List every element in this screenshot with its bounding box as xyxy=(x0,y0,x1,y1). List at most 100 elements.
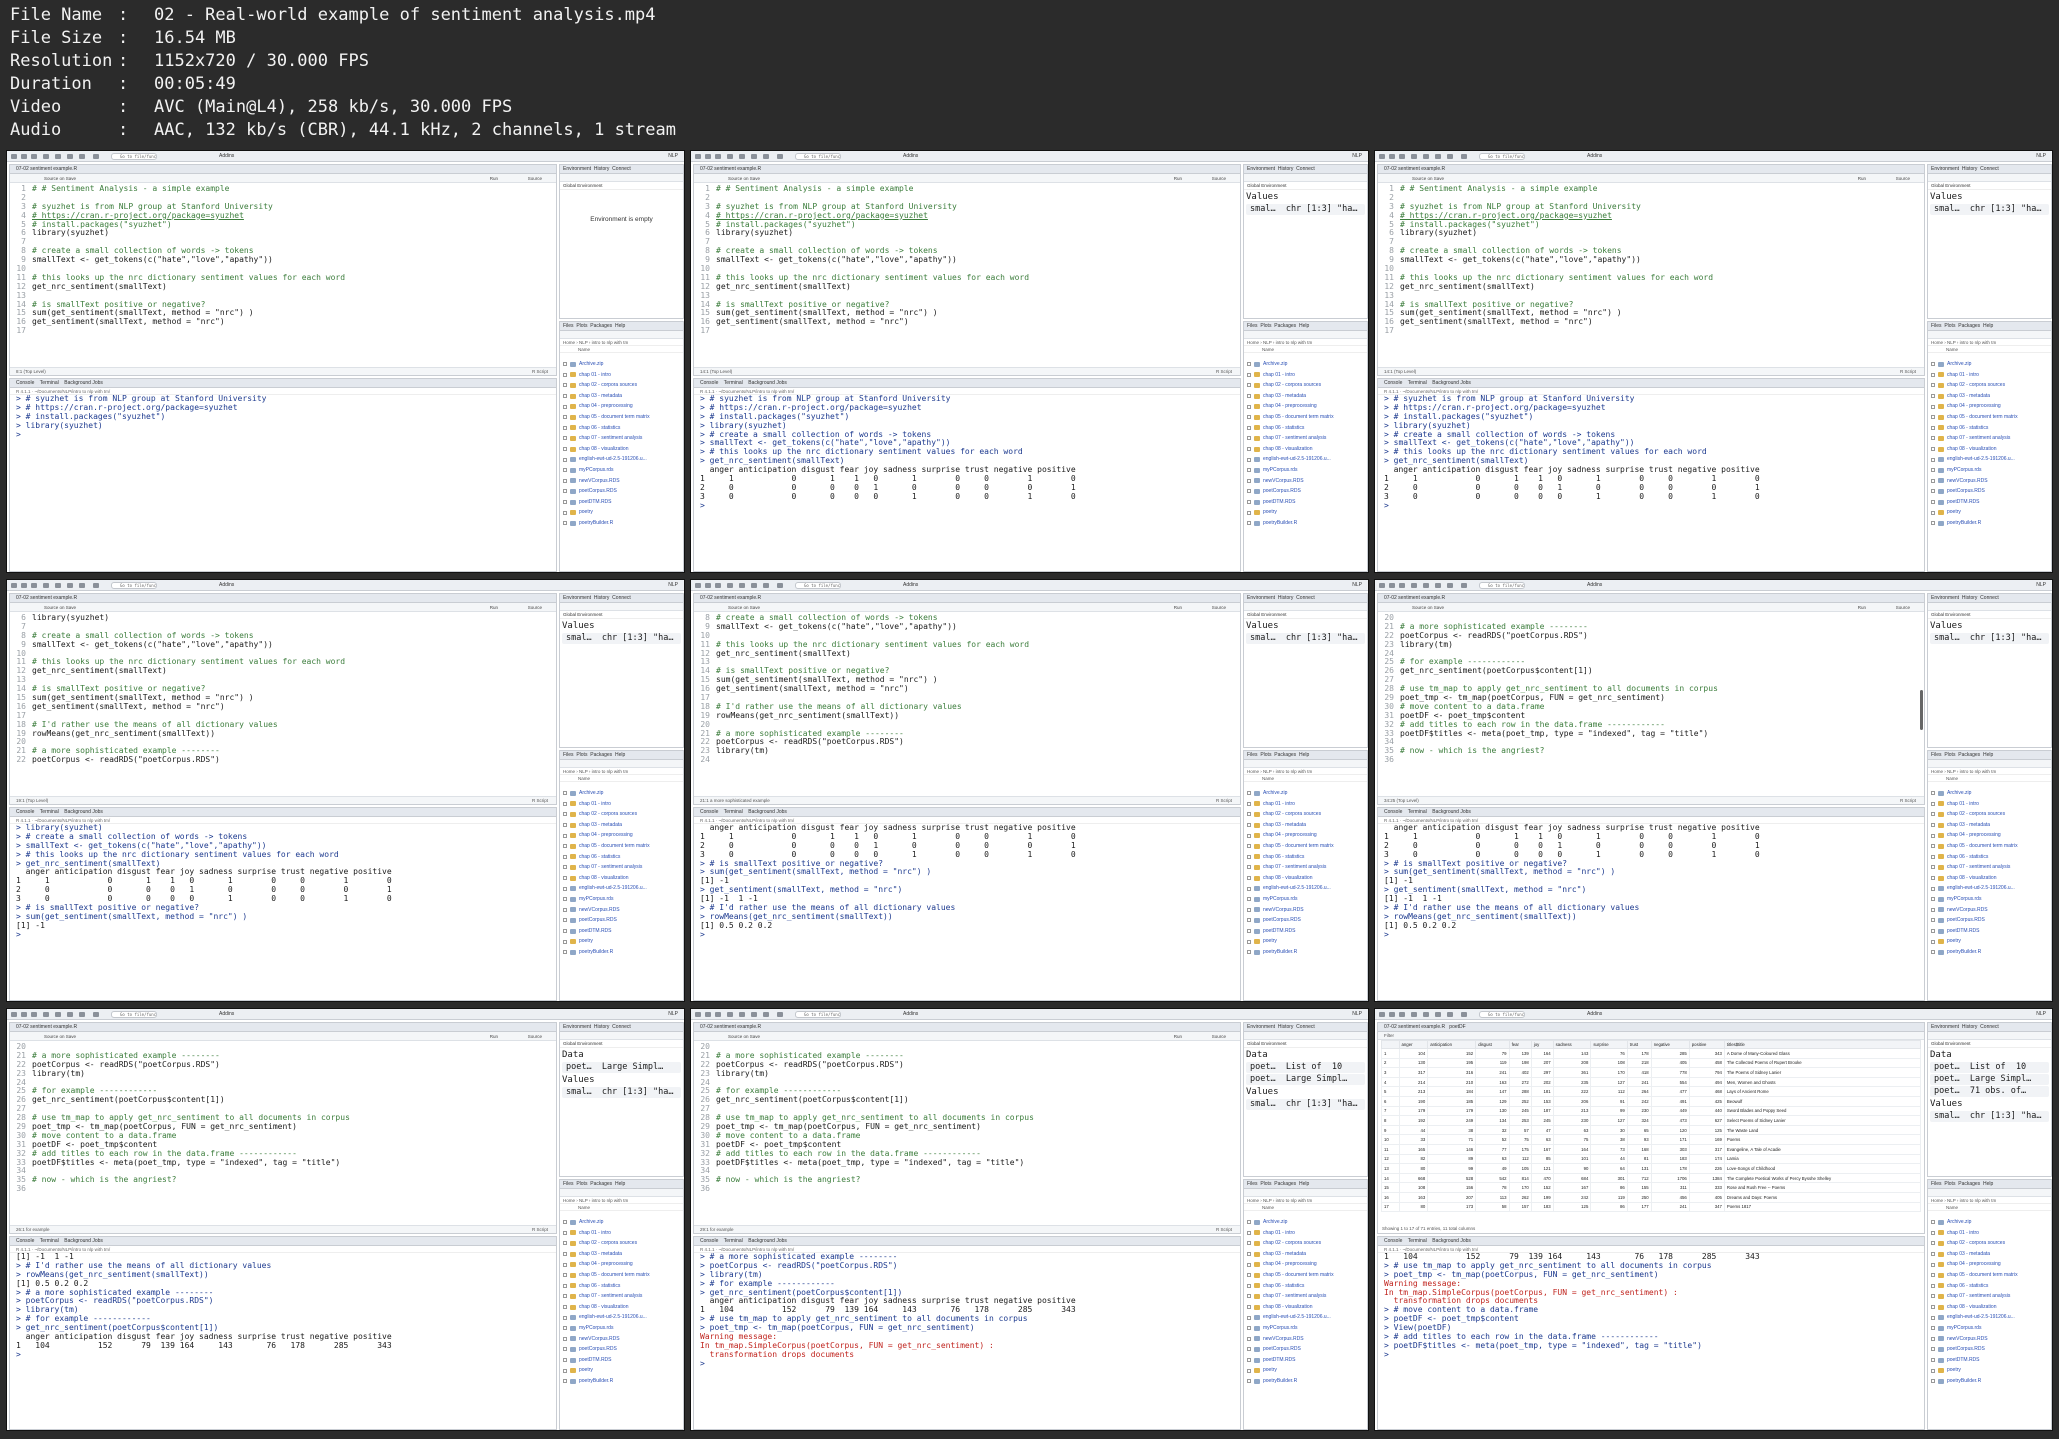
file-checkbox[interactable] xyxy=(1247,1230,1251,1235)
file-item[interactable]: poetry xyxy=(1244,507,1367,518)
column-header[interactable]: joy xyxy=(1530,1040,1554,1049)
file-item[interactable]: chap 01 - intro xyxy=(1244,1228,1367,1239)
file-checkbox[interactable] xyxy=(1931,1230,1935,1235)
console-tabs[interactable]: Console Terminal Background Jobs xyxy=(694,1237,1240,1246)
file-checkbox[interactable] xyxy=(1247,823,1251,828)
file-checkbox[interactable] xyxy=(563,468,567,473)
file-checkbox[interactable] xyxy=(1931,1315,1935,1320)
file-item[interactable]: poetryBuilder.R xyxy=(560,518,683,529)
file-checkbox[interactable] xyxy=(563,447,567,452)
toolbar-icon[interactable] xyxy=(93,583,99,588)
file-checkbox[interactable] xyxy=(1247,929,1251,934)
run-button[interactable]: Run xyxy=(1174,604,1182,611)
file-item[interactable]: poetry xyxy=(560,1365,683,1376)
environment-tabs[interactable]: Environment History Connect xyxy=(1244,1023,1367,1032)
source-button[interactable]: Source xyxy=(1896,604,1910,611)
editor-tab[interactable]: 07-02 sentiment example.R xyxy=(10,594,556,603)
console-tabs[interactable]: Console Terminal Background Jobs xyxy=(10,379,556,388)
file-checkbox[interactable] xyxy=(563,907,567,912)
toolbar-icon[interactable] xyxy=(727,583,733,588)
file-item[interactable]: chap 07 - sentiment analysis xyxy=(1928,433,2051,444)
file-checkbox[interactable] xyxy=(563,510,567,515)
file-item[interactable]: chap 08 - visualization xyxy=(1928,444,2051,455)
file-checkbox[interactable] xyxy=(563,918,567,923)
toolbar-icon[interactable] xyxy=(1423,583,1429,588)
project-menu[interactable]: NLP xyxy=(2036,1011,2046,1017)
file-item[interactable]: chap 01 - intro xyxy=(1928,799,2051,810)
file-checkbox[interactable] xyxy=(1247,425,1251,430)
file-item[interactable]: poetDTM.RDS xyxy=(1928,497,2051,508)
file-item[interactable]: chap 04 - preprocessing xyxy=(1928,830,2051,841)
file-checkbox[interactable] xyxy=(1247,362,1251,367)
editor-tab[interactable]: 07-02 sentiment example.R xyxy=(10,1023,556,1032)
toolbar-icon[interactable] xyxy=(93,154,99,159)
file-checkbox[interactable] xyxy=(563,1358,567,1363)
toolbar-icon[interactable] xyxy=(31,583,37,588)
console-output[interactable]: > # syuzhet is from NLP group at Stanfor… xyxy=(1378,394,1924,511)
file-checkbox[interactable] xyxy=(1247,918,1251,923)
toolbar-icon[interactable] xyxy=(55,154,61,159)
toolbar-icon[interactable] xyxy=(1411,583,1417,588)
file-checkbox[interactable] xyxy=(1931,907,1935,912)
file-checkbox[interactable] xyxy=(1247,812,1251,817)
console-output[interactable]: anger anticipation disgust fear joy sadn… xyxy=(694,823,1240,940)
addins-menu[interactable]: Addins xyxy=(1587,582,1602,588)
files-breadcrumb[interactable]: Home › NLP › intro to nlp with tm xyxy=(1928,339,2051,346)
console-tabs[interactable]: Console Terminal Background Jobs xyxy=(1378,379,1924,388)
go-to-file-input[interactable]: Go to file/function xyxy=(1479,582,1525,589)
toolbar-icon[interactable] xyxy=(11,1012,17,1017)
file-item[interactable]: chap 01 - intro xyxy=(1928,370,2051,381)
file-checkbox[interactable] xyxy=(1247,1368,1251,1373)
files-tabs[interactable]: Files Plots Packages Help xyxy=(1928,751,2051,760)
toolbar-icon[interactable] xyxy=(751,154,757,159)
toolbar-icon[interactable] xyxy=(43,583,49,588)
file-item[interactable]: chap 02 - corpora sources xyxy=(1928,809,2051,820)
column-header[interactable]: negative xyxy=(1650,1040,1690,1049)
addins-menu[interactable]: Addins xyxy=(219,582,234,588)
files-breadcrumb[interactable]: Home › NLP › intro to nlp with tm xyxy=(1244,339,1367,346)
console-output[interactable]: > # a more sophisticated example -------… xyxy=(694,1252,1240,1369)
file-checkbox[interactable] xyxy=(1931,865,1935,870)
file-checkbox[interactable] xyxy=(1247,1294,1251,1299)
source-on-save-checkbox[interactable]: Source on Save xyxy=(44,604,76,611)
file-item[interactable]: poetCorpus.RDS xyxy=(560,486,683,497)
file-item[interactable]: chap 04 - preprocessing xyxy=(560,401,683,412)
file-checkbox[interactable] xyxy=(1247,436,1251,441)
console-output[interactable]: 1 104 152 79 139 164 143 76 178 285 343 >… xyxy=(1378,1252,1924,1360)
file-checkbox[interactable] xyxy=(563,1347,567,1352)
file-item[interactable]: Archive.zip xyxy=(1244,359,1367,370)
file-checkbox[interactable] xyxy=(1247,865,1251,870)
file-checkbox[interactable] xyxy=(563,1326,567,1331)
file-checkbox[interactable] xyxy=(1247,489,1251,494)
file-item[interactable]: english-ewt-ud-2.5-191206.u... xyxy=(560,1312,683,1323)
file-checkbox[interactable] xyxy=(563,457,567,462)
file-checkbox[interactable] xyxy=(1247,415,1251,420)
file-checkbox[interactable] xyxy=(563,950,567,955)
source-button[interactable]: Source xyxy=(528,1033,542,1040)
file-item[interactable]: poetryBuilder.R xyxy=(1244,518,1367,529)
file-item[interactable]: chap 03 - metadata xyxy=(1244,391,1367,402)
toolbar-icon[interactable] xyxy=(1399,154,1405,159)
file-item[interactable]: english-ewt-ud-2.5-191206.u... xyxy=(1928,1312,2051,1323)
file-item[interactable]: poetry xyxy=(560,507,683,518)
environment-variable-row[interactable]: poet… Large Simpl… xyxy=(562,1062,681,1073)
file-item[interactable]: chap 06 - statistics xyxy=(1244,852,1367,863)
global-environment-dropdown[interactable]: Global Environment xyxy=(1928,182,2051,190)
go-to-file-input[interactable]: Go to file/function xyxy=(795,1011,841,1018)
run-button[interactable]: Run xyxy=(490,1033,498,1040)
toolbar-icon[interactable] xyxy=(1389,154,1395,159)
run-button[interactable]: Run xyxy=(490,175,498,182)
column-header[interactable]: sadness xyxy=(1552,1040,1592,1049)
file-item[interactable]: newVCorpus.RDS xyxy=(560,905,683,916)
file-item[interactable]: Archive.zip xyxy=(560,1217,683,1228)
file-checkbox[interactable] xyxy=(1931,362,1935,367)
file-item[interactable]: poetCorpus.RDS xyxy=(1928,915,2051,926)
file-type-indicator[interactable]: R Script xyxy=(1900,797,1916,804)
file-item[interactable]: poetCorpus.RDS xyxy=(1244,486,1367,497)
file-item[interactable]: myPCorpus.rds xyxy=(1928,1323,2051,1334)
toolbar-icon[interactable] xyxy=(715,1012,721,1017)
file-checkbox[interactable] xyxy=(1247,394,1251,399)
file-item[interactable]: newVCorpus.RDS xyxy=(1244,1334,1367,1345)
run-button[interactable]: Run xyxy=(490,604,498,611)
files-breadcrumb[interactable]: Home › NLP › intro to nlp with tm xyxy=(560,768,683,775)
